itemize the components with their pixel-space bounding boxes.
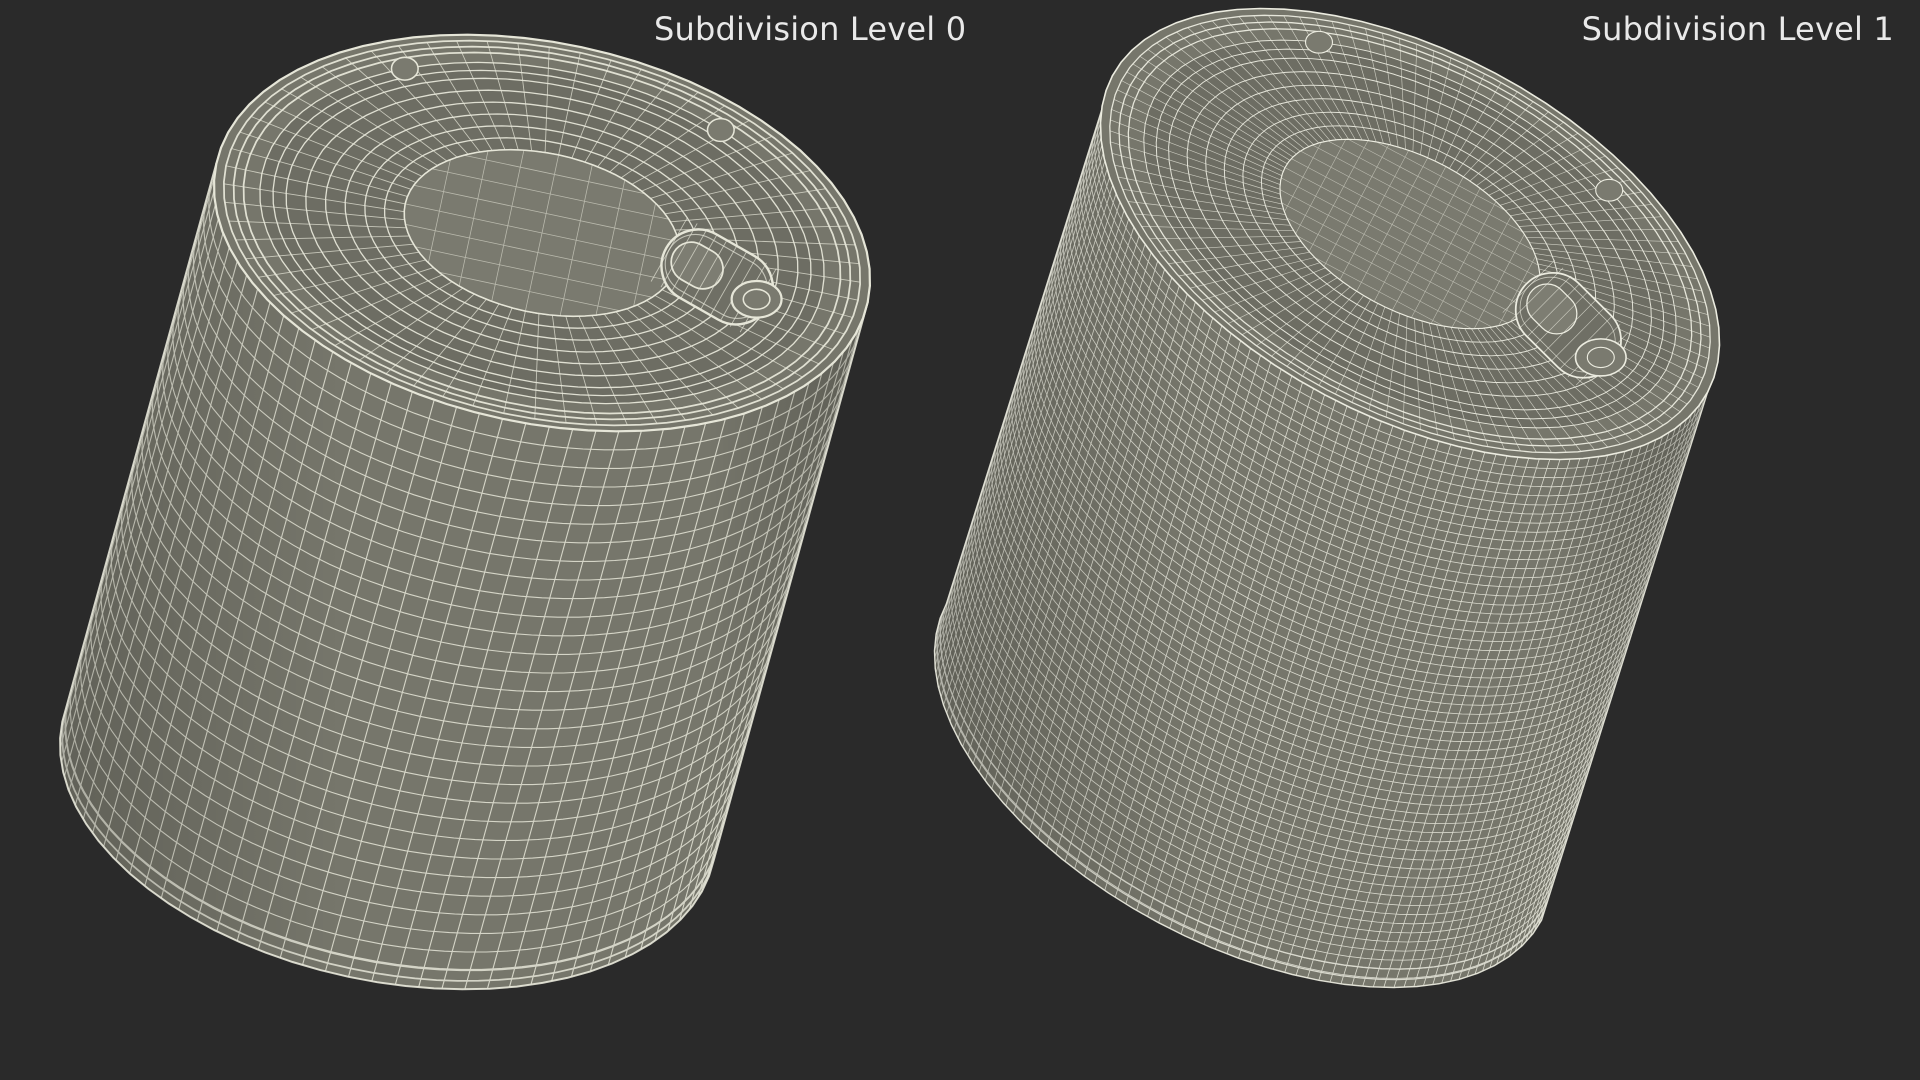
pull-tab-rivet <box>730 279 783 319</box>
subdivision-level-1-label: Subdivision Level 1 <box>1581 10 1894 48</box>
lid-rivet <box>1304 30 1334 54</box>
can-model-subdiv-0 <box>59 33 872 991</box>
can-model-subdiv-1 <box>933 7 1721 989</box>
subdivision-level-0-label: Subdivision Level 0 <box>654 10 967 48</box>
render-viewport: Subdivision Level 0 Subdivision Level 1 <box>0 0 1920 1080</box>
pull-tab-rivet <box>1574 338 1627 377</box>
render-canvas <box>59 7 1721 991</box>
lid-rivet <box>1595 178 1624 202</box>
lid-rivet <box>706 117 735 143</box>
lid-rivet <box>390 56 419 81</box>
